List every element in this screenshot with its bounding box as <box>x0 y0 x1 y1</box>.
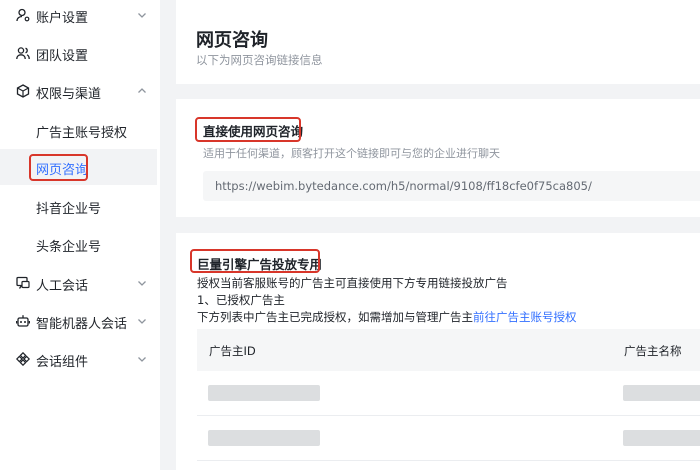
redacted-advertiser-name <box>623 430 700 446</box>
sidebar-item-label: 会话组件 <box>36 355 89 370</box>
chevron-down-icon <box>138 281 146 286</box>
subitem-label: 广告主账号授权 <box>36 126 128 141</box>
sidebar-item-label: 账户设置 <box>36 11 89 26</box>
page-header: 网页咨询 以下为网页咨询链接信息 <box>176 0 700 84</box>
sidebar-item-label: 权限与渠道 <box>36 87 102 102</box>
consultation-url[interactable]: https://webim.bytedance.com/h5/normal/91… <box>215 179 592 193</box>
consultation-url-field[interactable]: https://webim.bytedance.com/h5/normal/91… <box>203 171 700 201</box>
column-header-advertiser-name: 广告主名称 <box>624 344 682 358</box>
sidebar: 账户设置 团队设置 权限与渠道 广告主账号授权 网页咨询 抖音企业号 头条企业号 <box>0 0 160 470</box>
user-gear-icon <box>16 8 30 22</box>
page-subtitle: 以下为网页咨询链接信息 <box>196 53 323 67</box>
sidebar-item-label: 智能机器人会话 <box>36 317 128 332</box>
subitem-label: 抖音企业号 <box>36 202 102 217</box>
sidebar-item-permissions-channels[interactable]: 权限与渠道 <box>0 74 160 108</box>
robot-icon <box>16 315 30 327</box>
subitem-toutiao-enterprise[interactable]: 头条企业号 <box>0 226 157 262</box>
section-description: 适用于任何渠道，顾客打开这个链接即可与您的企业进行聊天 <box>203 147 500 160</box>
page-title: 网页咨询 <box>196 30 268 51</box>
subitem-douyin-enterprise[interactable]: 抖音企业号 <box>0 188 157 224</box>
chevron-down-icon <box>138 319 146 324</box>
chat-icon <box>16 276 30 289</box>
table-row <box>197 416 700 461</box>
cube-icon <box>16 84 30 98</box>
go-to-advertiser-authorization-link[interactable]: 前往广告主账号授权 <box>473 310 577 324</box>
ads-note-text: 下方列表中广告主已完成授权，如需增加与管理广告主 <box>197 310 473 324</box>
section-title: 直接使用网页咨询 <box>203 124 304 139</box>
subitem-label: 网页咨询 <box>36 163 89 178</box>
chevron-up-icon <box>138 88 146 93</box>
redacted-advertiser-id <box>208 430 320 446</box>
redacted-advertiser-id <box>208 385 320 401</box>
ads-description: 授权当前客服账号的广告主可直接使用下方专用链接投放广告 <box>197 276 508 290</box>
sidebar-item-bot-chat[interactable]: 智能机器人会话 <box>0 304 160 338</box>
table-row <box>197 371 700 416</box>
chevron-down-icon <box>138 13 146 18</box>
ads-step-label: 1、已授权广告主 <box>197 293 285 307</box>
section-title: 巨量引擎广告投放专用 <box>197 257 323 272</box>
sidebar-item-label: 团队设置 <box>36 49 89 64</box>
component-icon <box>16 352 30 366</box>
column-header-advertiser-id: 广告主ID <box>209 344 256 358</box>
chevron-down-icon <box>138 357 146 362</box>
sidebar-item-team-settings[interactable]: 团队设置 <box>0 36 160 70</box>
subitem-advertiser-authorization[interactable]: 广告主账号授权 <box>0 112 157 148</box>
sidebar-item-manual-chat[interactable]: 人工会话 <box>0 266 160 300</box>
subitem-label: 头条企业号 <box>36 240 102 255</box>
table-header: 广告主ID 广告主名称 <box>197 329 700 371</box>
ad-placement-section: 巨量引擎广告投放专用 授权当前客服账号的广告主可直接使用下方专用链接投放广告 1… <box>176 233 700 470</box>
redacted-advertiser-name <box>623 385 700 401</box>
ads-authorized-note: 下方列表中广告主已完成授权，如需增加与管理广告主前往广告主账号授权 <box>197 309 577 325</box>
team-icon <box>16 47 30 60</box>
direct-use-section: 直接使用网页咨询 适用于任何渠道，顾客打开这个链接即可与您的企业进行聊天 htt… <box>176 99 700 217</box>
sidebar-item-label: 人工会话 <box>36 279 89 294</box>
subitem-web-consultation[interactable]: 网页咨询 <box>0 149 157 185</box>
sidebar-item-chat-components[interactable]: 会话组件 <box>0 342 160 376</box>
sidebar-item-account-settings[interactable]: 账户设置 <box>0 0 160 32</box>
